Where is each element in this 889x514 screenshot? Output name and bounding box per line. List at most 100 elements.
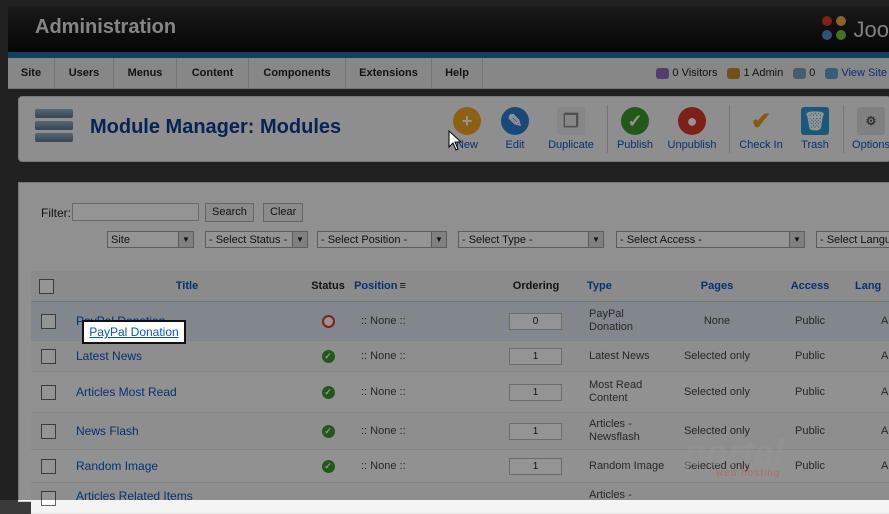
module-type: Articles - Newsflash [589, 418, 640, 443]
language-value: A [881, 425, 889, 437]
highlighted-paypal-donation-link[interactable]: PayPal Donation [82, 320, 186, 344]
pencil-icon: ✎ [501, 107, 529, 135]
ordering-input[interactable]: 1 [509, 422, 562, 440]
module-manager-icon [35, 109, 73, 147]
published-status-icon[interactable]: ✓ [321, 385, 335, 399]
menu-extensions[interactable]: Extensions [346, 58, 432, 88]
row-checkbox[interactable] [41, 313, 56, 329]
menu-users[interactable]: Users [55, 58, 114, 88]
menu-components[interactable]: Components [249, 58, 346, 88]
access-value: Public [795, 315, 825, 327]
admins-status: 1 Admin [727, 67, 783, 79]
logo-text: Joo [853, 17, 889, 42]
unpublished-status-icon[interactable] [321, 314, 335, 328]
published-status-icon[interactable]: ✓ [321, 424, 335, 438]
row-checkbox[interactable] [41, 384, 56, 400]
view-site-icon [825, 67, 839, 79]
unpublish-button[interactable]: ● Unpublish [665, 107, 719, 151]
menu-site[interactable]: Site [8, 58, 55, 88]
header-title[interactable]: Title [69, 271, 305, 301]
menu-help[interactable]: Help [432, 58, 483, 88]
position-value: :: None :: [361, 460, 406, 472]
ordering-input[interactable]: 1 [509, 457, 562, 475]
messages-status[interactable]: 0 [793, 67, 815, 79]
trash-icon: 🗑 [801, 107, 829, 135]
pages-value: Selected only [683, 386, 751, 398]
select-position[interactable]: - Select Position - ▼ [317, 231, 447, 248]
chevron-down-icon: ▼ [789, 232, 804, 247]
module-title-link[interactable]: Articles Related Items [76, 489, 193, 503]
module-type: Random Image [589, 460, 665, 472]
admin-users-icon [727, 67, 741, 79]
header-status[interactable]: Status [305, 271, 351, 301]
clear-button[interactable]: Clear [263, 203, 304, 222]
publish-button[interactable]: ✓ Publish [615, 107, 655, 151]
page-title: Module Manager: Modules [90, 116, 342, 138]
search-button[interactable]: Search [205, 203, 254, 222]
header-position[interactable]: Position ≡ [351, 271, 409, 301]
row-checkbox[interactable] [41, 490, 56, 506]
table-row[interactable]: Latest News ✓ :: None :: 1 Latest News S… [31, 341, 889, 372]
select-type[interactable]: - Select Type - ▼ [458, 231, 604, 248]
table-header-row: Title Status Position ≡ Ordering Type Pag… [31, 271, 889, 302]
filter-search-input[interactable] [72, 203, 199, 221]
admin-header: Administration Joo [8, 6, 889, 58]
menu-menus[interactable]: Menus [114, 58, 177, 88]
menu-content[interactable]: Content [177, 58, 249, 88]
published-status-icon[interactable]: ✓ [321, 459, 335, 473]
row-checkbox[interactable] [41, 423, 56, 439]
toolbar-divider [607, 105, 608, 153]
ordering-input[interactable]: 1 [509, 347, 562, 365]
table-row[interactable]: Articles Most Read ✓ :: None :: 1 Most R… [31, 372, 889, 413]
position-value: :: None :: [361, 315, 406, 327]
check-in-button[interactable]: ✔ Check In [737, 107, 785, 152]
options-button[interactable]: ⚙ Options [851, 107, 889, 151]
module-title-link[interactable]: Random Image [76, 459, 158, 473]
language-value: A [881, 386, 889, 398]
edit-button[interactable]: ✎ Edit [495, 107, 535, 151]
toolbar-divider [729, 105, 730, 153]
visitors-count: 0 Visitors [672, 67, 718, 79]
select-site[interactable]: Site ▼ [107, 231, 194, 248]
module-title-link[interactable]: Articles Most Read [76, 385, 177, 399]
status-area: 0 Visitors 1 Admin 0 View Site [656, 58, 889, 88]
chevron-down-icon: ▼ [588, 232, 603, 247]
options-icon: ⚙ [857, 107, 885, 135]
pages-value: Selected only [683, 350, 751, 362]
position-value: :: None :: [361, 386, 406, 398]
published-status-icon[interactable]: ✓ [321, 349, 335, 363]
language-value: A [881, 460, 889, 472]
row-checkbox[interactable] [41, 458, 56, 474]
filter-label: Filter: [41, 206, 71, 220]
table-row[interactable]: Articles Related Items Articles - [31, 483, 889, 514]
module-title-link[interactable]: Latest News [76, 349, 142, 363]
header-pages[interactable]: Pages [669, 271, 765, 301]
select-all-checkbox[interactable] [39, 278, 54, 294]
chevron-down-icon: ▼ [292, 232, 307, 247]
toolbar-divider [843, 105, 844, 153]
language-value: A [881, 315, 889, 327]
visitors-status: 0 Visitors [656, 67, 717, 79]
position-value: :: None :: [361, 425, 406, 437]
select-all-cell [39, 271, 59, 301]
trash-button[interactable]: 🗑 Trash [795, 107, 835, 151]
duplicate-button[interactable]: ❐ Duplicate [545, 107, 597, 151]
language-value: A [881, 350, 889, 362]
joomla-logo-icon [821, 16, 850, 44]
header-type[interactable]: Type [585, 271, 669, 301]
messages-icon [793, 67, 807, 79]
main-menu-bar: Site Users Menus Content Components Exte… [8, 58, 889, 89]
header-ordering[interactable]: Ordering [487, 271, 585, 301]
module-title-link[interactable]: News Flash [76, 424, 139, 438]
row-checkbox[interactable] [41, 348, 56, 364]
select-access[interactable]: - Select Access - ▼ [616, 231, 805, 248]
view-site-link[interactable]: View Site [825, 67, 887, 79]
header-access[interactable]: Access [765, 271, 855, 301]
ordering-input[interactable]: 0 [509, 312, 562, 330]
header-language[interactable]: Lang [855, 271, 889, 301]
select-status[interactable]: - Select Status - ▼ [205, 231, 308, 248]
select-language[interactable]: - Select Langu [816, 231, 889, 248]
module-type: Latest News [589, 350, 650, 362]
ordering-input[interactable]: 1 [509, 383, 562, 401]
access-value: Public [795, 350, 825, 362]
